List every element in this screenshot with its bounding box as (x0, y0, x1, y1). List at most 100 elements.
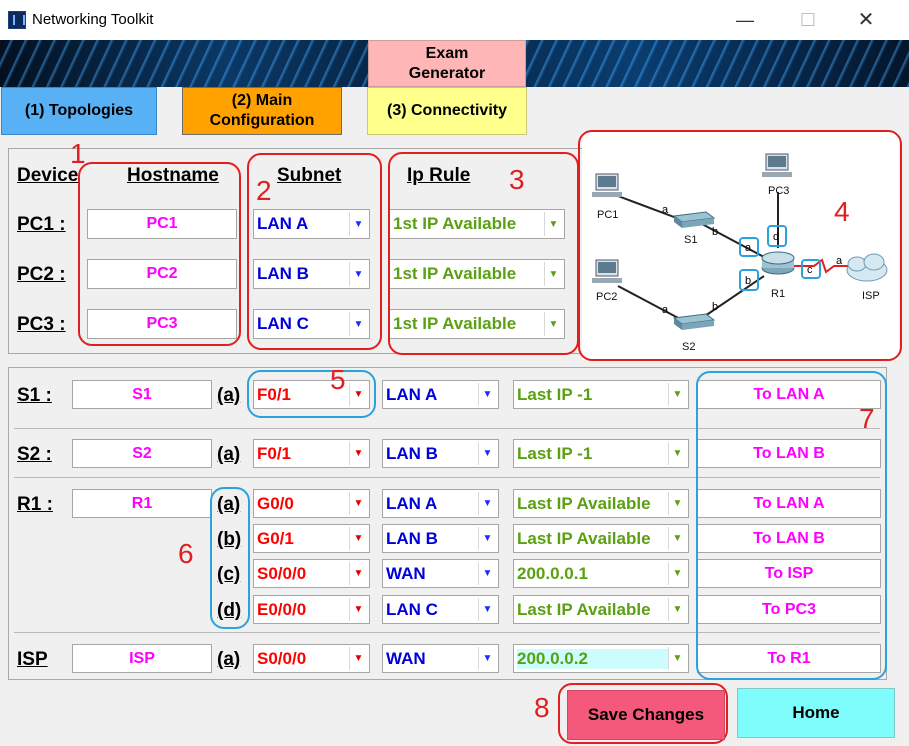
chevron-down-icon[interactable]: ▼ (478, 598, 496, 621)
isp-hostname-field[interactable]: ISP (72, 644, 212, 673)
tab-main-configuration[interactable]: (2) Main Configuration (182, 87, 342, 135)
r1-port-d-subnet-value: LAN C (386, 599, 438, 619)
s2-label: S2 : (17, 444, 52, 465)
r1-port-c-iprule-value: 200.0.0.1 (517, 563, 588, 583)
r1-port-b-interface-select[interactable]: G0/1 ▼ (253, 524, 370, 553)
chevron-down-icon[interactable]: ▼ (349, 562, 367, 585)
r1-port-a-subnet-select[interactable]: LAN A ▼ (382, 489, 499, 518)
s1-iprule-value: Last IP -1 (517, 384, 593, 404)
r1-port-c-subnet-select[interactable]: WAN ▼ (382, 559, 499, 588)
chevron-down-icon[interactable]: ▼ (668, 598, 686, 621)
r1-port-b-iprule-value: Last IP Available (517, 528, 651, 548)
r1-port-a-subnet-value: LAN A (386, 493, 438, 513)
isp-subnet-select[interactable]: WAN ▼ (382, 644, 499, 673)
chevron-down-icon[interactable]: ▼ (668, 492, 686, 515)
isp-interface-value: S0/0/0 (257, 648, 307, 668)
tab-main-label: (2) Main Configuration (209, 92, 315, 129)
r1-port-d-iprule-value: Last IP Available (517, 599, 651, 619)
r1-port-c-interface-select[interactable]: S0/0/0 ▼ (253, 559, 370, 588)
r1-port-a-interface-select[interactable]: G0/0 ▼ (253, 489, 370, 518)
s2-hostname-field[interactable]: S2 (72, 439, 212, 468)
r1-port-d-iprule-select[interactable]: Last IP Available ▼ (513, 595, 689, 624)
annotation-number: 3 (509, 164, 525, 195)
tab-topologies[interactable]: (1) Topologies (1, 87, 157, 135)
r1-port-d-subnet-select[interactable]: LAN C ▼ (382, 595, 499, 624)
annotation-box-5 (247, 370, 376, 418)
isp-port-label: (a) (217, 649, 241, 670)
app-icon (8, 11, 26, 29)
chevron-down-icon[interactable]: ▼ (478, 442, 496, 465)
pc1-label: PC1 : (17, 214, 66, 235)
r1-port-c-subnet-value: WAN (386, 563, 426, 583)
chevron-down-icon[interactable]: ▼ (478, 647, 496, 670)
annotation-number: 2 (256, 175, 272, 206)
chevron-down-icon[interactable]: ▼ (668, 383, 686, 406)
annotation-number: 6 (178, 538, 194, 569)
isp-label: ISP (17, 649, 48, 670)
tab-exam-generator[interactable]: Exam Generator (368, 40, 526, 87)
chevron-down-icon[interactable]: ▼ (668, 527, 686, 550)
tab-topologies-label: (1) Topologies (24, 102, 134, 119)
chevron-down-icon[interactable]: ▼ (349, 527, 367, 550)
chevron-down-icon[interactable]: ▼ (478, 383, 496, 406)
save-changes-button[interactable]: Save Changes (567, 690, 725, 740)
s1-label: S1 : (17, 385, 52, 406)
r1-port-b-iprule-select[interactable]: Last IP Available ▼ (513, 524, 689, 553)
annotation-box-1 (78, 162, 241, 346)
tab-connectivity-label: (3) Connectivity (386, 102, 507, 119)
s2-iprule-value: Last IP -1 (517, 443, 593, 463)
r1-port-b-subnet-select[interactable]: LAN B ▼ (382, 524, 499, 553)
tab-exam-label: Exam Generator (408, 44, 486, 82)
s1-hostname-field[interactable]: S1 (72, 380, 212, 409)
s1-subnet-select[interactable]: LAN A ▼ (382, 380, 499, 409)
r1-port-a-interface-value: G0/0 (257, 493, 294, 513)
chevron-down-icon[interactable]: ▼ (478, 527, 496, 550)
s2-iprule-select[interactable]: Last IP -1 ▼ (513, 439, 689, 468)
annotation-box-4 (578, 130, 902, 361)
r1-port-c-iprule-select[interactable]: 200.0.0.1 ▼ (513, 559, 689, 588)
s1-port-label: (a) (217, 385, 241, 406)
chevron-down-icon[interactable]: ▼ (668, 647, 686, 670)
chevron-down-icon[interactable]: ▼ (478, 562, 496, 585)
isp-iprule-value: 200.0.0.2 (517, 648, 668, 669)
annotation-number: 1 (70, 138, 86, 169)
chevron-down-icon[interactable]: ▼ (668, 562, 686, 585)
home-button[interactable]: Home (737, 688, 895, 738)
window-title: Networking Toolkit (32, 11, 154, 28)
annotation-number: 7 (859, 403, 875, 434)
pc3-label: PC3 : (17, 314, 66, 335)
isp-interface-select[interactable]: S0/0/0 ▼ (253, 644, 370, 673)
s1-subnet-value: LAN A (386, 384, 438, 404)
tab-connectivity[interactable]: (3) Connectivity (367, 87, 527, 135)
maximize-button[interactable]: ☐ (788, 4, 828, 36)
annotation-number: 8 (534, 692, 550, 723)
pc2-label: PC2 : (17, 264, 66, 285)
s2-subnet-value: LAN B (386, 443, 438, 463)
r1-port-c-interface-value: S0/0/0 (257, 563, 307, 583)
close-button[interactable]: ✕ (846, 4, 886, 36)
minimize-button[interactable]: — (725, 4, 765, 36)
s2-interface-value: F0/1 (257, 443, 292, 463)
chevron-down-icon[interactable]: ▼ (349, 442, 367, 465)
chevron-down-icon[interactable]: ▼ (668, 442, 686, 465)
r1-port-b-subnet-value: LAN B (386, 528, 438, 548)
r1-port-a-iprule-value: Last IP Available (517, 493, 651, 513)
r1-hostname-field[interactable]: R1 (72, 489, 212, 518)
chevron-down-icon[interactable]: ▼ (478, 492, 496, 515)
r1-port-b-interface-value: G0/1 (257, 528, 294, 548)
chevron-down-icon[interactable]: ▼ (349, 647, 367, 670)
annotation-box-6 (210, 487, 250, 629)
r1-port-d-interface-value: E0/0/0 (257, 599, 307, 619)
r1-port-a-iprule-select[interactable]: Last IP Available ▼ (513, 489, 689, 518)
s2-subnet-select[interactable]: LAN B ▼ (382, 439, 499, 468)
isp-subnet-value: WAN (386, 648, 426, 668)
r1-label: R1 : (17, 494, 53, 515)
chevron-down-icon[interactable]: ▼ (349, 492, 367, 515)
r1-port-d-interface-select[interactable]: E0/0/0 ▼ (253, 595, 370, 624)
isp-iprule-select[interactable]: 200.0.0.2 ▼ (513, 644, 689, 673)
annotation-number: 5 (330, 364, 346, 395)
annotation-box-3 (388, 152, 579, 355)
chevron-down-icon[interactable]: ▼ (349, 598, 367, 621)
s1-iprule-select[interactable]: Last IP -1 ▼ (513, 380, 689, 409)
s2-interface-select[interactable]: F0/1 ▼ (253, 439, 370, 468)
